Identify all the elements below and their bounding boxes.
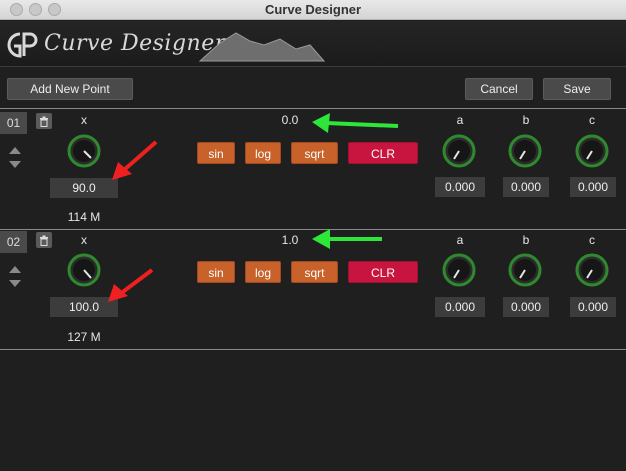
save-button[interactable]: Save [543, 78, 611, 100]
param-c-label: c [589, 233, 595, 247]
param-b-label: b [522, 113, 530, 127]
point-number: 01 [0, 112, 27, 134]
move-up-button[interactable] [9, 266, 21, 273]
param-a-label: a [456, 233, 464, 247]
cancel-button[interactable]: Cancel [465, 78, 533, 100]
param-b-field[interactable]: 0.000 [503, 177, 549, 197]
x-label: x [81, 113, 87, 127]
sin-button[interactable]: sin [197, 261, 235, 283]
param-a-knob[interactable] [442, 134, 476, 168]
window-title: Curve Designer [264, 2, 362, 17]
sqrt-button[interactable]: sqrt [291, 261, 338, 283]
param-c-knob[interactable] [575, 134, 609, 168]
move-down-button[interactable] [9, 161, 21, 168]
param-a-knob[interactable] [442, 253, 476, 287]
param-c-knob[interactable] [575, 253, 609, 287]
row-divider [0, 349, 626, 350]
log-button[interactable]: log [245, 261, 281, 283]
x-knob[interactable] [67, 253, 101, 287]
x-sub-value: 127 M [67, 330, 101, 344]
delete-point-button[interactable] [36, 113, 52, 129]
x-label: x [81, 233, 87, 247]
gp-logo-icon [7, 32, 38, 58]
y-value[interactable]: 0.0 [268, 113, 312, 127]
move-up-button[interactable] [9, 147, 21, 154]
app-header: Curve Designer [0, 21, 626, 67]
param-b-knob[interactable] [508, 134, 542, 168]
log-button[interactable]: log [245, 142, 281, 164]
param-b-knob[interactable] [508, 253, 542, 287]
add-new-point-button[interactable]: Add New Point [7, 78, 133, 100]
y-value[interactable]: 1.0 [268, 233, 312, 247]
param-a-label: a [456, 113, 464, 127]
delete-point-button[interactable] [36, 232, 52, 248]
clear-button[interactable]: CLR [348, 142, 418, 164]
trash-icon [40, 116, 48, 127]
param-b-field[interactable]: 0.000 [503, 297, 549, 317]
param-a-field[interactable]: 0.000 [435, 177, 485, 197]
param-c-field[interactable]: 0.000 [570, 177, 616, 197]
sin-button[interactable]: sin [197, 142, 235, 164]
x-sub-value: 114 M [67, 210, 101, 224]
param-c-field[interactable]: 0.000 [570, 297, 616, 317]
param-a-field[interactable]: 0.000 [435, 297, 485, 317]
sqrt-button[interactable]: sqrt [291, 142, 338, 164]
point-row-01: 01 x 90.0 114 M 0.0 sin log sqrt CLR a b… [0, 109, 626, 229]
x-knob[interactable] [67, 134, 101, 168]
param-b-label: b [522, 233, 530, 247]
move-down-button[interactable] [9, 280, 21, 287]
x-value-field[interactable]: 100.0 [50, 297, 118, 317]
point-number: 02 [0, 231, 27, 253]
trash-icon [40, 235, 48, 246]
param-c-label: c [589, 113, 595, 127]
x-value-field[interactable]: 90.0 [50, 178, 118, 198]
point-row-02: 02 x 100.0 127 M 1.0 sin log sqrt CLR a … [0, 230, 626, 350]
clear-button[interactable]: CLR [348, 261, 418, 283]
curve-graphic-icon [198, 32, 326, 62]
title-bar: Curve Designer [0, 0, 626, 20]
